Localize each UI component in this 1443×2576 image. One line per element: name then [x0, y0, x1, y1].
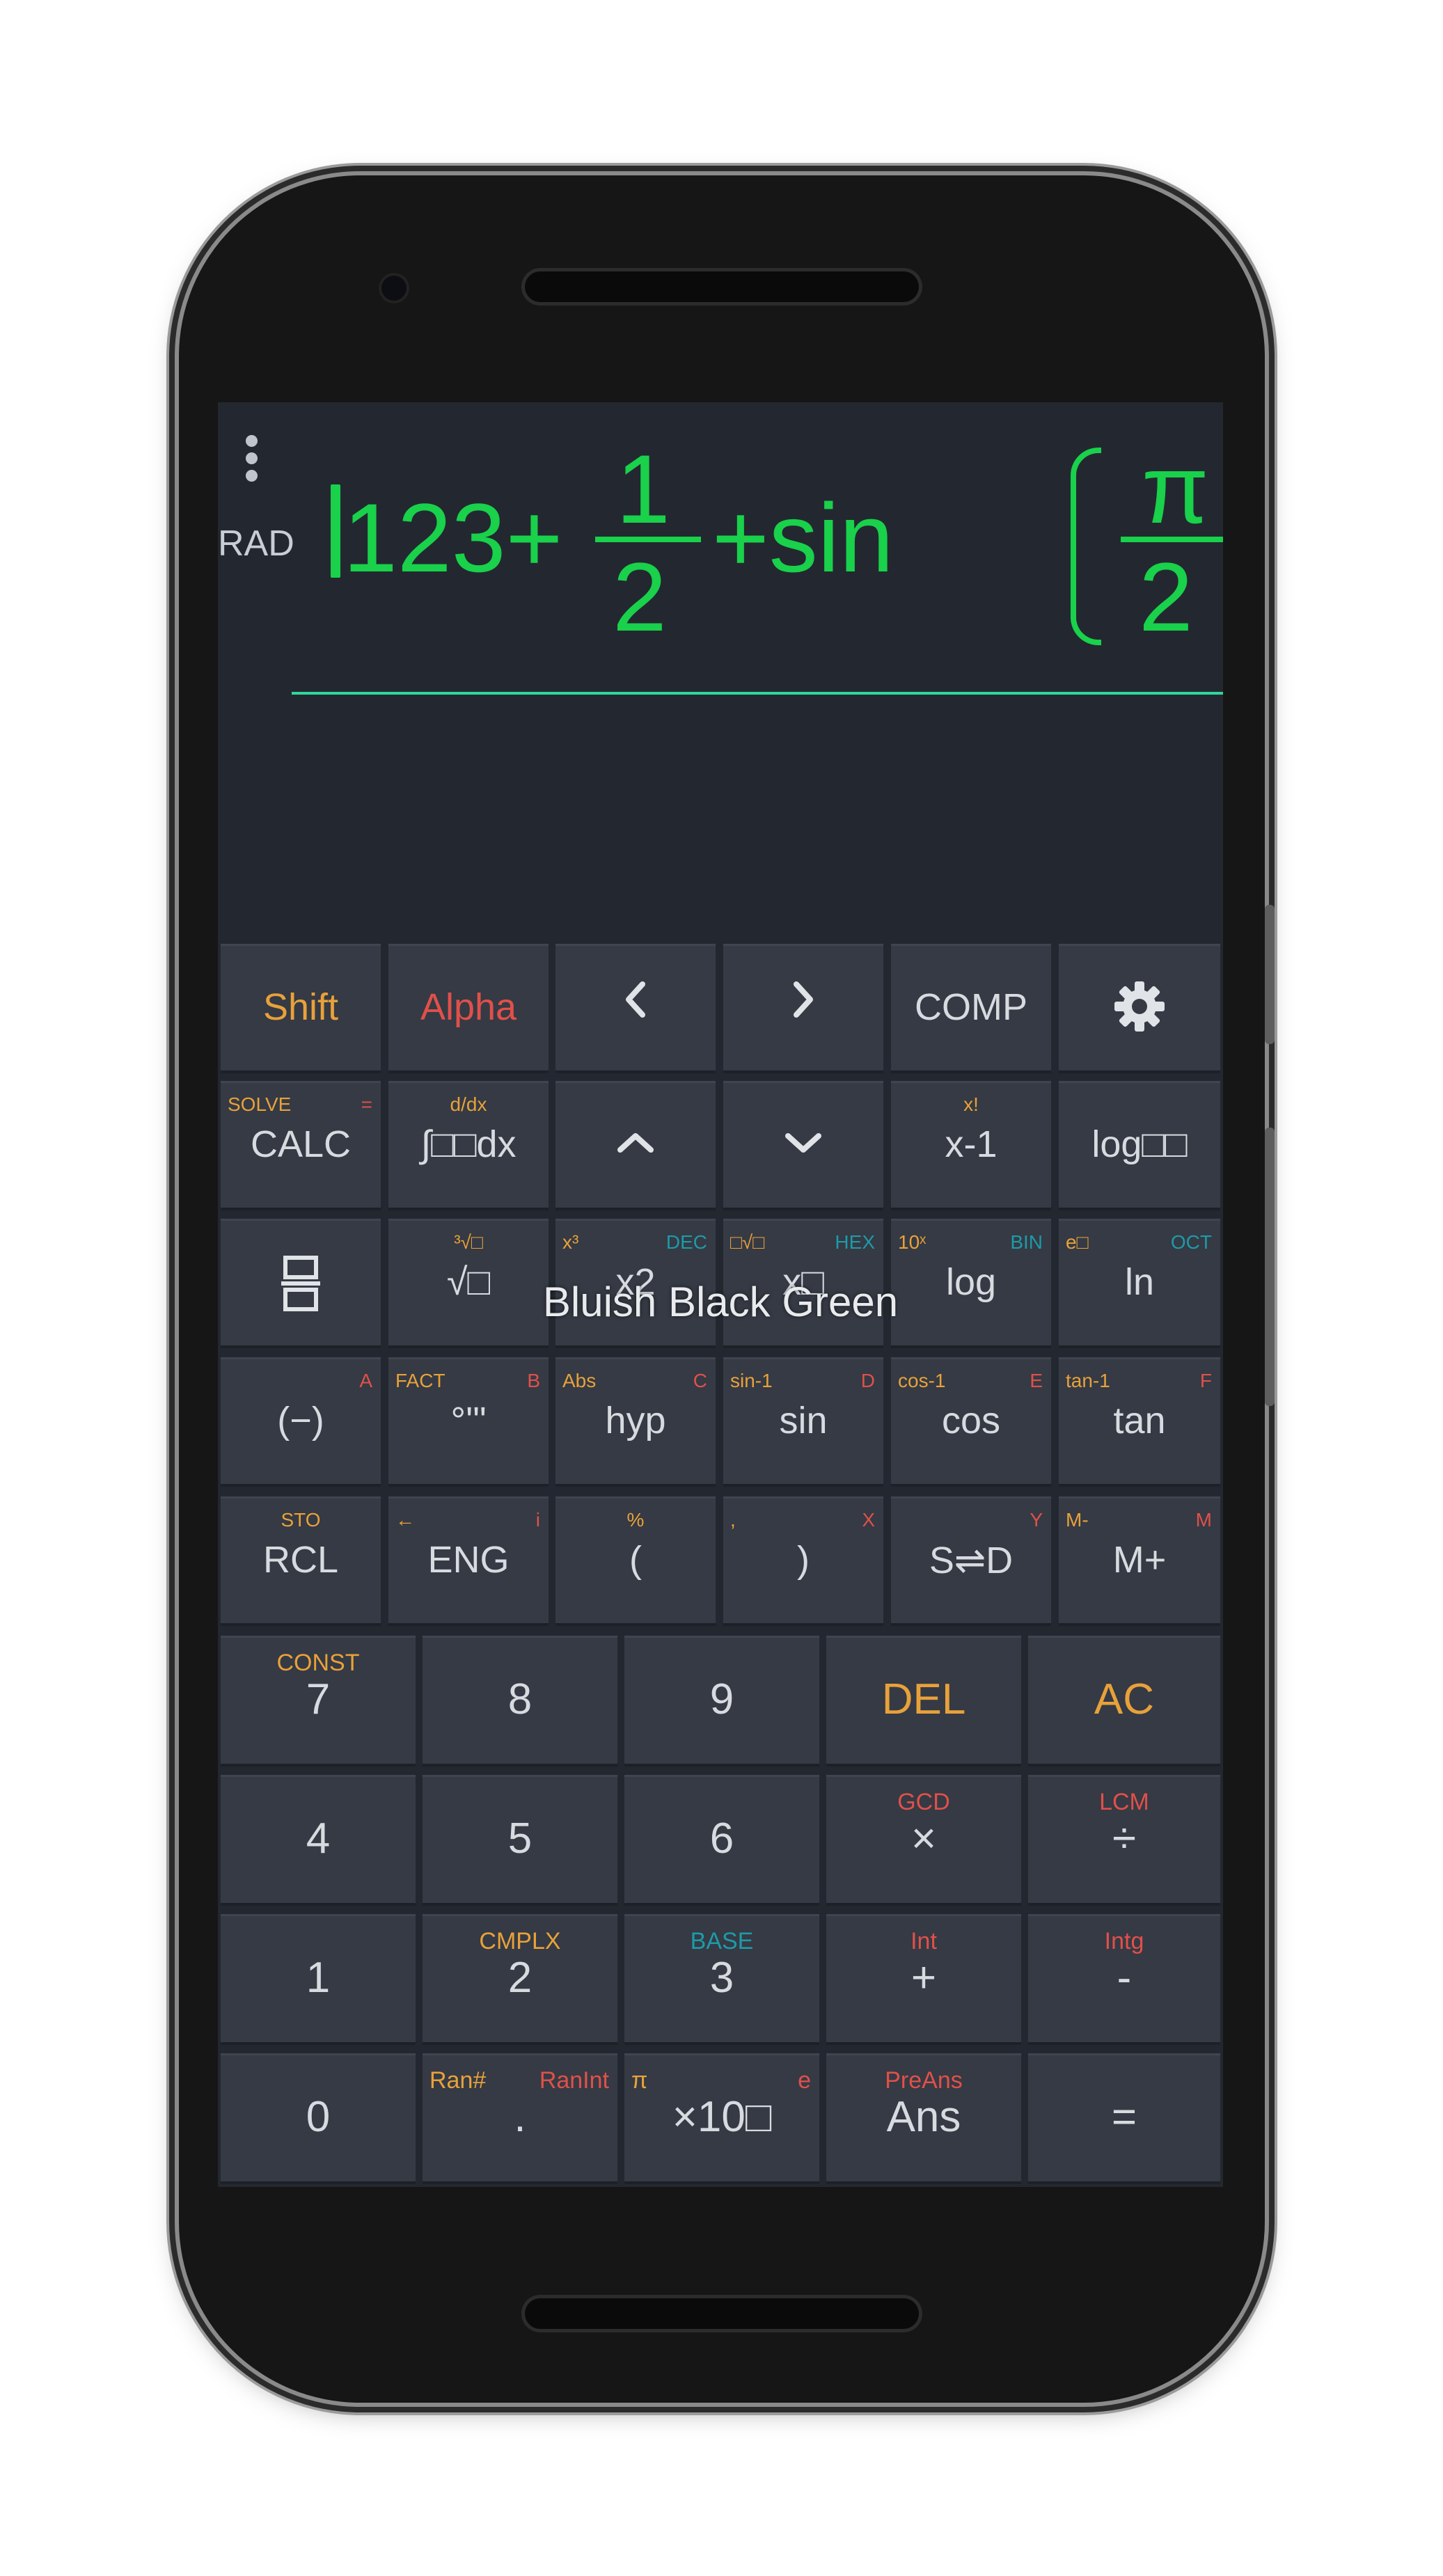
- input-cursor: [331, 484, 340, 578]
- ans-key[interactable]: PreAns Ans: [826, 2053, 1021, 2184]
- fraction1-numerator: 1: [616, 434, 670, 544]
- cursor-left-key[interactable]: [555, 944, 716, 1073]
- settings-key[interactable]: [1059, 944, 1220, 1073]
- volume-button: [1265, 1128, 1275, 1406]
- digit-2-key[interactable]: CMPLX 2: [423, 1914, 617, 2045]
- integral-key[interactable]: d/dx ∫□□dx: [388, 1081, 549, 1210]
- fraction2-bar: [1121, 537, 1223, 542]
- front-camera: [379, 273, 409, 303]
- exp10-key[interactable]: π e ×10□: [624, 2053, 819, 2184]
- eng-key[interactable]: ← i ENG: [388, 1496, 549, 1626]
- digit-5-key[interactable]: 5: [423, 1775, 617, 1906]
- fraction1-denominator: 2: [613, 542, 667, 651]
- tan-key[interactable]: tan-1 F tan: [1059, 1357, 1220, 1487]
- cursor-right-key[interactable]: [723, 944, 883, 1073]
- comp-mode-key[interactable]: COMP: [891, 944, 1051, 1073]
- chevron-down-icon: [723, 1123, 883, 1166]
- cursor-up-key[interactable]: [555, 1081, 716, 1210]
- chevron-left-icon: [555, 979, 716, 1029]
- log-base-key[interactable]: log□□: [1059, 1081, 1220, 1210]
- digit-7-key[interactable]: CONST 7: [221, 1636, 416, 1767]
- digit-3-key[interactable]: BASE 3: [624, 1914, 819, 2045]
- cos-key[interactable]: cos-1 E cos: [891, 1357, 1051, 1487]
- theme-name-caption: Bluish Black Green: [542, 1279, 899, 1325]
- dms-key[interactable]: FACT B °'": [388, 1357, 549, 1487]
- cursor-down-key[interactable]: [723, 1081, 883, 1210]
- fraction2-numerator: π: [1142, 434, 1209, 544]
- overflow-menu-icon[interactable]: [246, 435, 260, 491]
- calculator-screen: RAD 123+ 1 2 +sin π 2 Shift Alpha COMP S…: [218, 402, 1223, 2187]
- left-paren-key[interactable]: % (: [555, 1496, 716, 1626]
- alpha-key[interactable]: Alpha: [388, 944, 549, 1073]
- equals-key[interactable]: =: [1028, 2053, 1220, 2184]
- multiply-key[interactable]: GCD ×: [826, 1775, 1021, 1906]
- chevron-up-icon: [555, 1123, 716, 1166]
- top-speaker: [521, 268, 922, 306]
- bottom-speaker: [521, 2295, 922, 2332]
- digit-4-key[interactable]: 4: [221, 1775, 416, 1906]
- fraction2-denominator: 2: [1139, 542, 1193, 651]
- sd-key[interactable]: Y S⇌D: [891, 1496, 1051, 1626]
- gear-icon: [1059, 979, 1220, 1043]
- decimal-point-key[interactable]: Ran# RanInt .: [423, 2053, 617, 2184]
- expression-lead: 123+: [343, 483, 563, 592]
- digit-9-key[interactable]: 9: [624, 1636, 819, 1767]
- digit-1-key[interactable]: 1: [221, 1914, 416, 2045]
- sin-key[interactable]: sin-1 D sin: [723, 1357, 883, 1487]
- left-bracket: [1071, 448, 1101, 645]
- plus-key[interactable]: Int +: [826, 1914, 1021, 2045]
- digit-8-key[interactable]: 8: [423, 1636, 617, 1767]
- calc-key[interactable]: SOLVE = CALC: [221, 1081, 381, 1210]
- hyp-key[interactable]: Abs C hyp: [555, 1357, 716, 1487]
- digit-0-key[interactable]: 0: [221, 2053, 416, 2184]
- shift-key[interactable]: Shift: [221, 944, 381, 1073]
- digit-6-key[interactable]: 6: [624, 1775, 819, 1906]
- negate-key[interactable]: A (−): [221, 1357, 381, 1487]
- power-button: [1265, 905, 1275, 1044]
- m-plus-key[interactable]: M- M M+: [1059, 1496, 1220, 1626]
- rcl-key[interactable]: STO RCL: [221, 1496, 381, 1626]
- all-clear-key[interactable]: AC: [1028, 1636, 1220, 1767]
- inverse-key[interactable]: x! x-1: [891, 1081, 1051, 1210]
- divide-key[interactable]: LCM ÷: [1028, 1775, 1220, 1906]
- minus-key[interactable]: Intg -: [1028, 1914, 1220, 2045]
- delete-key[interactable]: DEL: [826, 1636, 1021, 1767]
- angle-mode-indicator: RAD: [218, 523, 294, 564]
- result-divider: [292, 692, 1223, 695]
- fraction1-bar: [595, 537, 701, 542]
- chevron-right-icon: [723, 979, 883, 1029]
- right-paren-key[interactable]: , X ): [723, 1496, 883, 1626]
- expression-function: +sin: [712, 483, 894, 592]
